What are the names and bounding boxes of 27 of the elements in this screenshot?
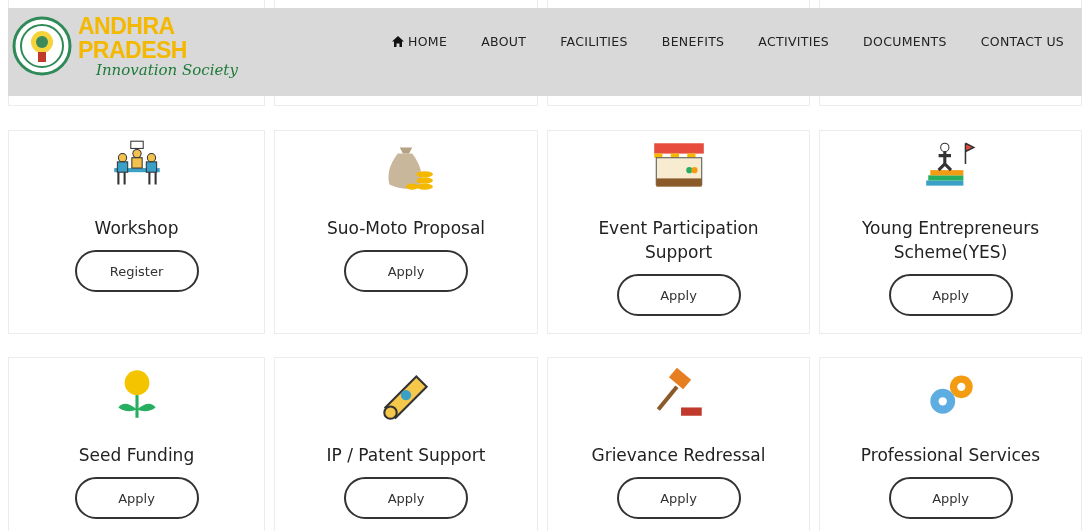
logo-subtitle: Innovation Society — [95, 62, 239, 78]
action-button[interactable]: Apply — [888, 477, 1013, 519]
card-title: IP / Patent Support — [325, 444, 487, 467]
nav-link[interactable]: CONTACT US — [980, 31, 1065, 52]
logo-title: ANDHRA PRADESH — [78, 14, 188, 62]
card-title: Workshop — [93, 217, 180, 240]
action-button[interactable]: Register — [74, 250, 199, 292]
home-icon — [392, 36, 404, 47]
action-button[interactable]: Apply — [616, 477, 741, 519]
action-button[interactable]: Apply — [74, 477, 199, 519]
action-button[interactable]: Apply — [616, 274, 741, 316]
card-title: Professional Services — [859, 444, 1042, 467]
action-button[interactable]: Apply — [344, 477, 468, 519]
nav-link[interactable]: ABOUT — [481, 31, 527, 52]
card-title: Event Participation Support — [597, 217, 760, 264]
nav-link[interactable]: BENEFITS — [661, 31, 725, 52]
card-title: Young Entrepreneurs Scheme(YES) — [860, 217, 1041, 264]
card-title: Suo-Moto Proposal — [325, 217, 487, 240]
nav-link[interactable]: FACILITIES — [560, 31, 628, 52]
action-button[interactable]: Apply — [888, 274, 1013, 316]
action-button[interactable]: Apply — [344, 250, 468, 292]
nav-link[interactable]: HOME — [392, 31, 448, 52]
nav-link[interactable]: ACTIVITIES — [758, 31, 830, 52]
nav-link[interactable]: DOCUMENTS — [863, 31, 947, 52]
card-title: Seed Funding — [77, 444, 196, 467]
emblem-icon — [12, 15, 72, 77]
card-title: Grievance Redressal — [590, 444, 767, 467]
